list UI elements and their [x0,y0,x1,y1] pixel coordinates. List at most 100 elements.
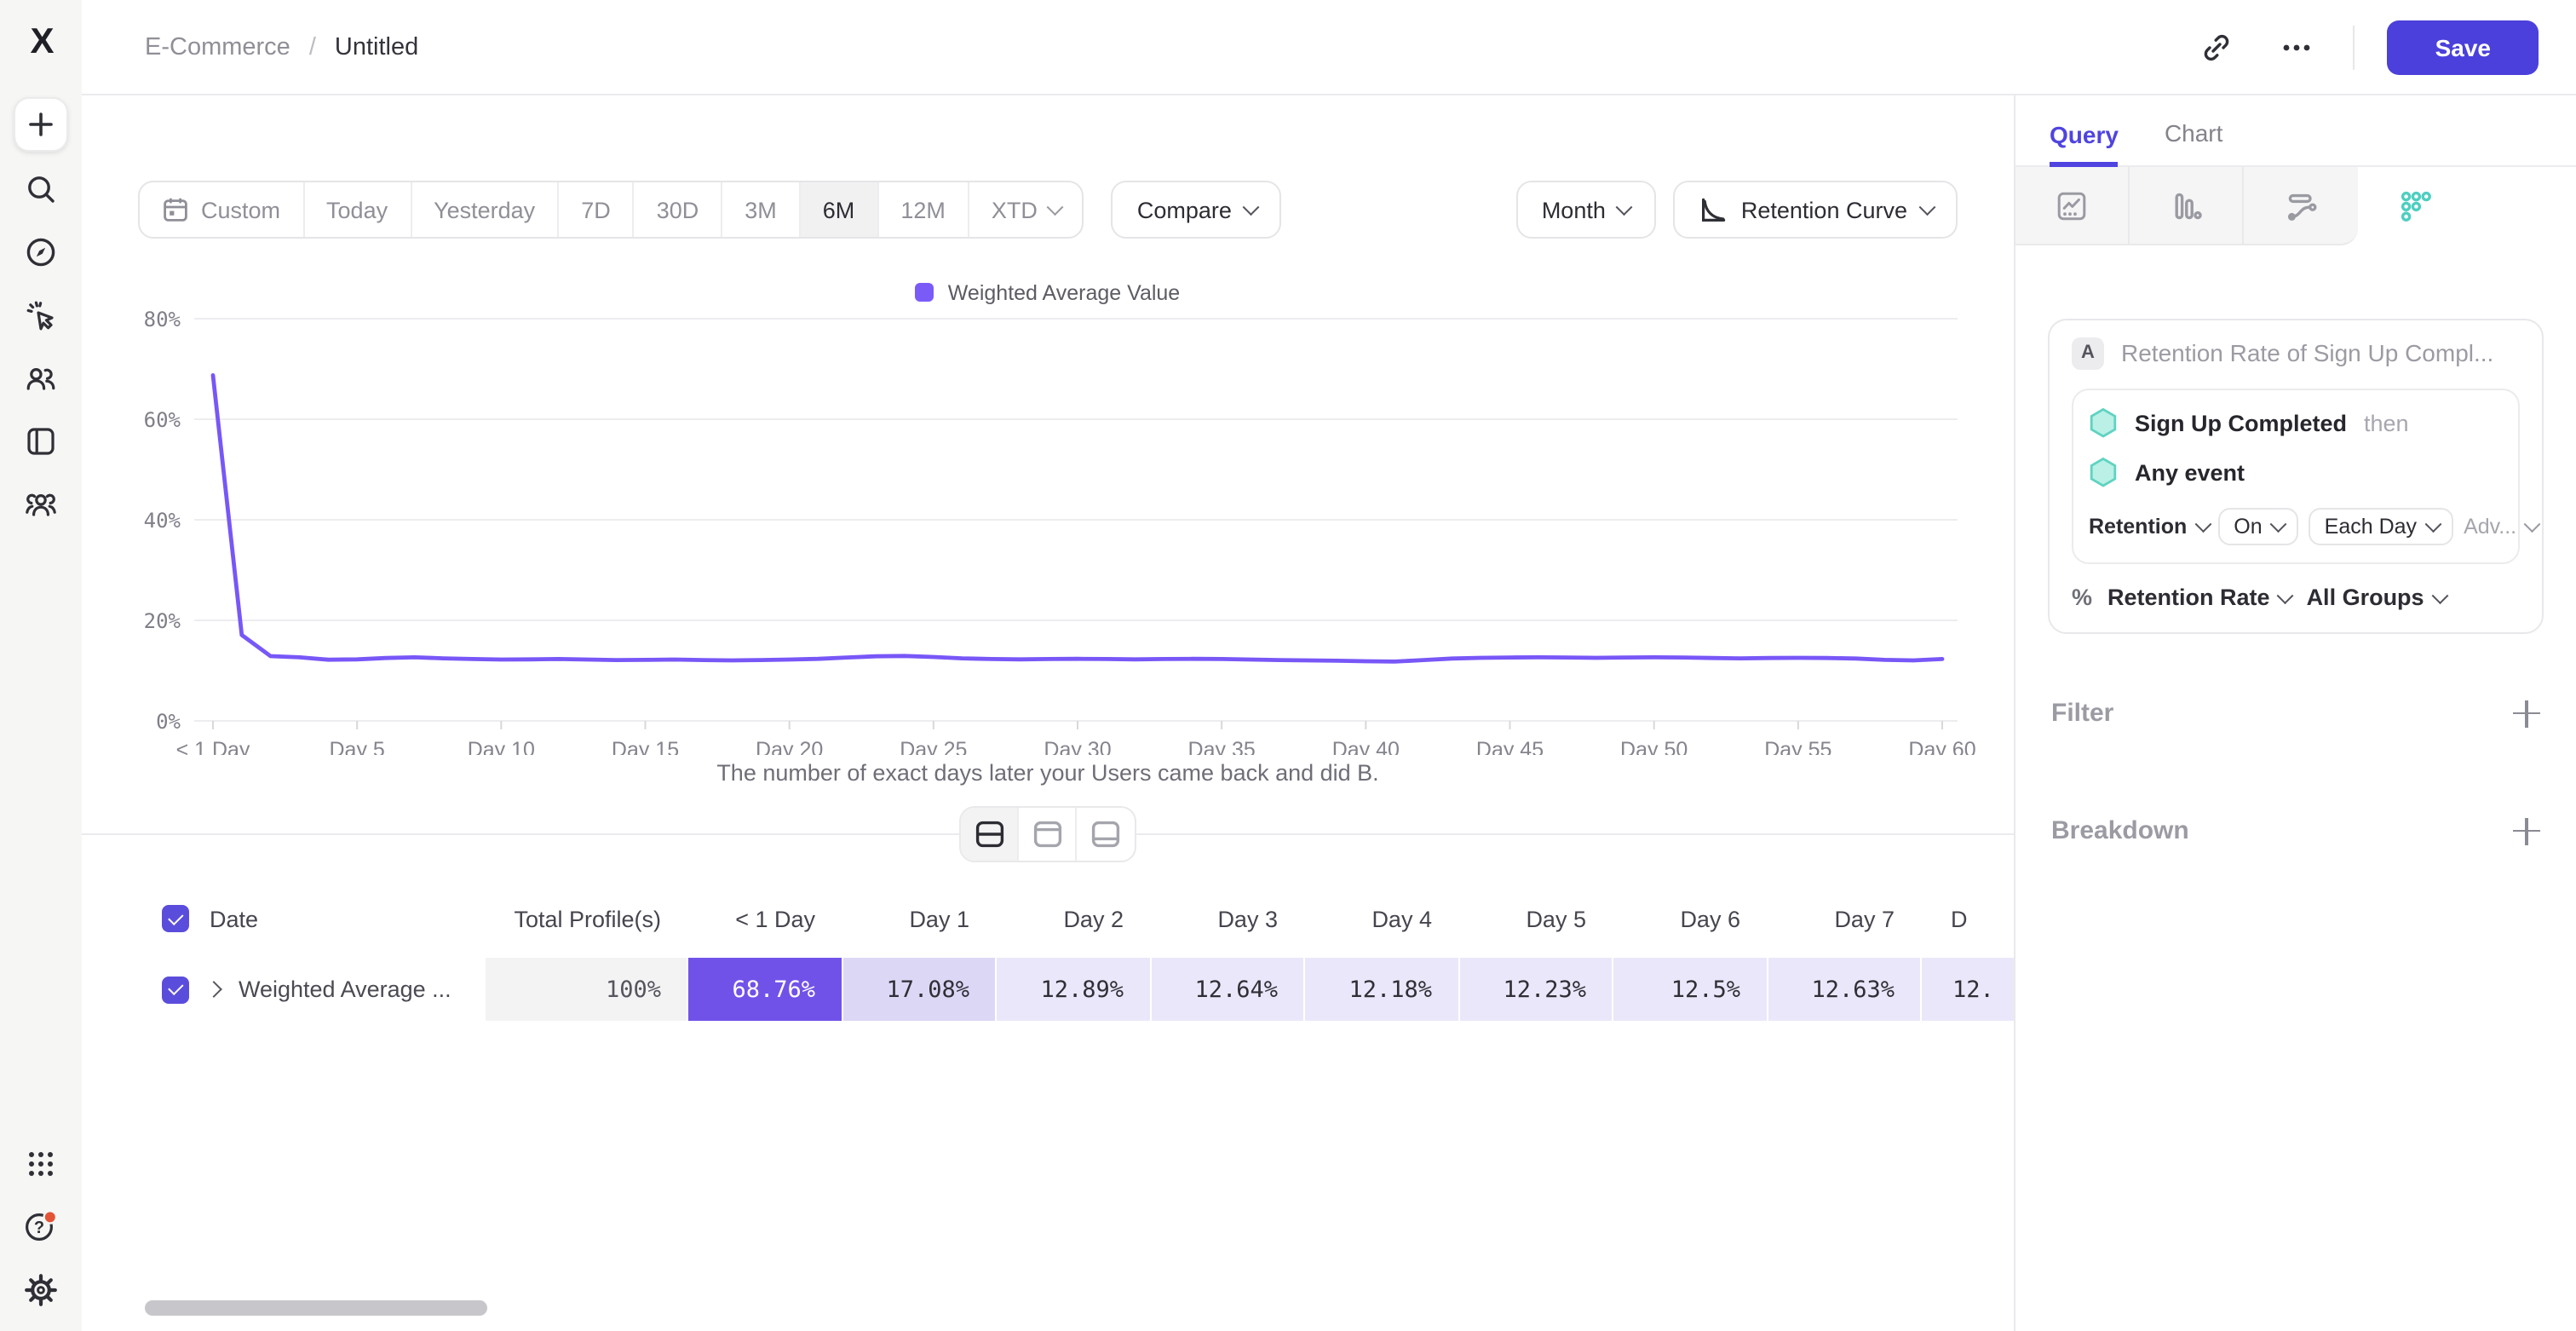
help-button[interactable]: ? [14,1200,68,1254]
chevron-down-icon [1921,207,1932,213]
column-day[interactable]: Day 5 [1458,888,1612,949]
column-day[interactable]: Day 2 [995,888,1149,949]
report-flows-tab[interactable] [2244,167,2358,245]
retention-chart[interactable]: 0%20%40%60%80%< 1 DayDay 5Day 10Day 15Da… [82,308,2014,755]
users-button[interactable] [14,351,68,406]
column-total-profiles[interactable]: Total Profile(s) [486,888,687,949]
range-xtd[interactable]: XTD [969,182,1083,237]
expand-row-chevron-icon[interactable] [205,981,222,998]
report-type-tabs [2015,167,2576,245]
retention-cell[interactable]: 12.18% [1303,958,1458,1021]
column-day[interactable]: D [1920,888,2014,949]
chart-type-dropdown[interactable]: Retention Curve [1673,181,1958,239]
column-day[interactable]: Day 6 [1612,888,1766,949]
add-breakdown-button[interactable] [2513,817,2540,844]
retention-cell[interactable]: 68.76% [687,958,841,1021]
range-7d[interactable]: 7D [559,182,635,237]
layout-split-button[interactable] [961,808,1019,861]
retention-cell[interactable]: 12.64% [1149,958,1303,1021]
range-today[interactable]: Today [304,182,411,237]
header-divider [2354,25,2355,69]
column-day[interactable]: Day 4 [1303,888,1458,949]
svg-text:60%: 60% [144,408,181,432]
more-options-button[interactable] [2274,23,2321,71]
compare-button[interactable]: Compare [1112,181,1282,239]
explore-button[interactable] [14,225,68,279]
svg-text:80%: 80% [144,308,181,331]
retention-table: Date Total Profile(s) < 1 DayDay 1Day 2D… [82,888,2014,1021]
on-dropdown[interactable]: On [2218,508,2298,545]
range-30d[interactable]: 30D [635,182,723,237]
breadcrumb-project[interactable]: E-Commerce [145,33,290,60]
range-custom[interactable]: Custom [140,182,304,237]
boards-button[interactable] [14,414,68,469]
legend-swatch [916,283,934,302]
layout-table-button[interactable] [1077,808,1135,861]
query-builder: A Retention Rate of Sign Up Compl... Sig… [2015,245,2576,845]
create-button[interactable] [14,97,68,152]
horizontal-scrollbar[interactable] [145,1300,487,1316]
add-filter-button[interactable] [2513,700,2540,727]
retention-cell[interactable]: 12. [1920,958,2014,1021]
date-range-group: CustomTodayYesterday7D30D3M6M12MXTD [138,181,1084,239]
app-window: X [0,0,2576,1331]
percent-icon: % [2072,585,2092,610]
apps-grid-icon [26,1149,56,1179]
chevron-down-icon [1245,207,1256,213]
page-title[interactable]: Untitled [335,33,418,60]
retention-type-dropdown[interactable]: Retention [2089,515,2208,539]
range-3m[interactable]: 3M [722,182,801,237]
metric-title[interactable]: Retention Rate of Sign Up Compl... [2121,339,2520,366]
apps-button[interactable] [14,1137,68,1191]
metric-dropdown[interactable]: Retention Rate [2107,585,2291,610]
advanced-dropdown[interactable]: Adv... [2464,515,2538,539]
range-12m[interactable]: 12M [878,182,969,237]
svg-text:< 1 Day: < 1 Day [176,738,250,755]
row-checkbox[interactable] [162,976,189,1003]
copy-link-button[interactable] [2194,23,2241,71]
retention-cell[interactable]: 12.63% [1766,958,1920,1021]
column-date[interactable]: Date [210,906,258,931]
retention-cell[interactable]: 12.5% [1612,958,1766,1021]
layout-chart-button[interactable] [1019,808,1077,861]
events-button[interactable] [14,288,68,343]
chevron-down-icon [1049,207,1061,213]
report-retention-tab[interactable] [2358,167,2472,245]
first-event-row[interactable]: Sign Up Completed then [2089,407,2503,438]
cohorts-button[interactable] [14,477,68,532]
search-button[interactable] [14,162,68,216]
report-funnels-tab[interactable] [2130,167,2244,245]
tab-query[interactable]: Query [2050,121,2119,167]
svg-text:Day 25: Day 25 [900,738,967,755]
app-logo[interactable]: X [30,22,51,63]
column-day[interactable]: Day 7 [1766,888,1920,949]
column-day[interactable]: Day 3 [1149,888,1303,949]
chart-legend[interactable]: Weighted Average Value [82,278,2014,307]
retention-cell[interactable]: 12.23% [1458,958,1612,1021]
tab-chart[interactable]: Chart [2165,119,2222,165]
groups-dropdown[interactable]: All Groups [2307,585,2446,610]
interval-dropdown[interactable]: Each Day [2309,508,2453,545]
save-button[interactable]: Save [2388,20,2539,74]
retention-cell[interactable]: 17.08% [841,958,995,1021]
funnels-icon [2169,188,2203,222]
on-label: On [2234,515,2262,539]
layout-toggle-row [82,806,2014,861]
range-yesterday[interactable]: Yesterday [411,182,559,237]
report-insights-tab[interactable] [2015,167,2130,245]
column-day[interactable]: Day 1 [841,888,995,949]
granularity-dropdown[interactable]: Month [1516,181,1656,239]
table-row[interactable]: Weighted Average ... 100% 68.76%17.08%12… [82,958,2014,1021]
insights-icon [2055,188,2089,222]
retention-cell[interactable]: 12.89% [995,958,1149,1021]
svg-text:Day 35: Day 35 [1188,738,1256,755]
settings-button[interactable] [14,1263,68,1317]
chevron-down-icon [2280,595,2291,601]
total-cell[interactable]: 100% [486,958,687,1021]
returning-event-row[interactable]: Any event [2089,457,2503,487]
panel-tabs: Query Chart [2015,95,2576,167]
range-6m[interactable]: 6M [801,182,879,237]
chart-type-label: Retention Curve [1741,197,1907,222]
column-day[interactable]: < 1 Day [687,888,841,949]
select-all-checkbox[interactable] [162,905,189,932]
